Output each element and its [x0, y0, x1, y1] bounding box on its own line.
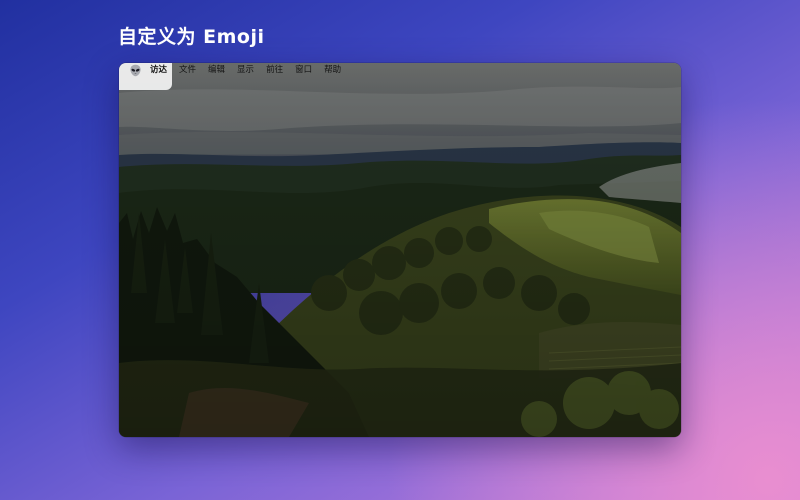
menu-row: 访达 文件 编辑 显示 前往 窗口 帮助 [119, 63, 353, 78]
menu-item-help[interactable]: 帮助 [324, 63, 341, 78]
menu-item-view[interactable]: 显示 [237, 63, 254, 78]
desktop-window: 访达 文件 编辑 显示 前往 窗口 帮助 [119, 63, 681, 437]
menu-item-file[interactable]: 文件 [179, 63, 196, 78]
alien-emoji-icon[interactable] [129, 64, 142, 77]
menu-item-edit[interactable]: 编辑 [208, 63, 225, 78]
menu-bar: 访达 文件 编辑 显示 前往 窗口 帮助 [119, 63, 681, 90]
menu-item-go[interactable]: 前往 [266, 63, 283, 78]
menu-item-app-name[interactable]: 访达 [150, 63, 167, 78]
landscape-wallpaper [119, 63, 681, 437]
page-headline: 自定义为 Emoji [118, 26, 265, 48]
menu-item-window[interactable]: 窗口 [295, 63, 312, 78]
